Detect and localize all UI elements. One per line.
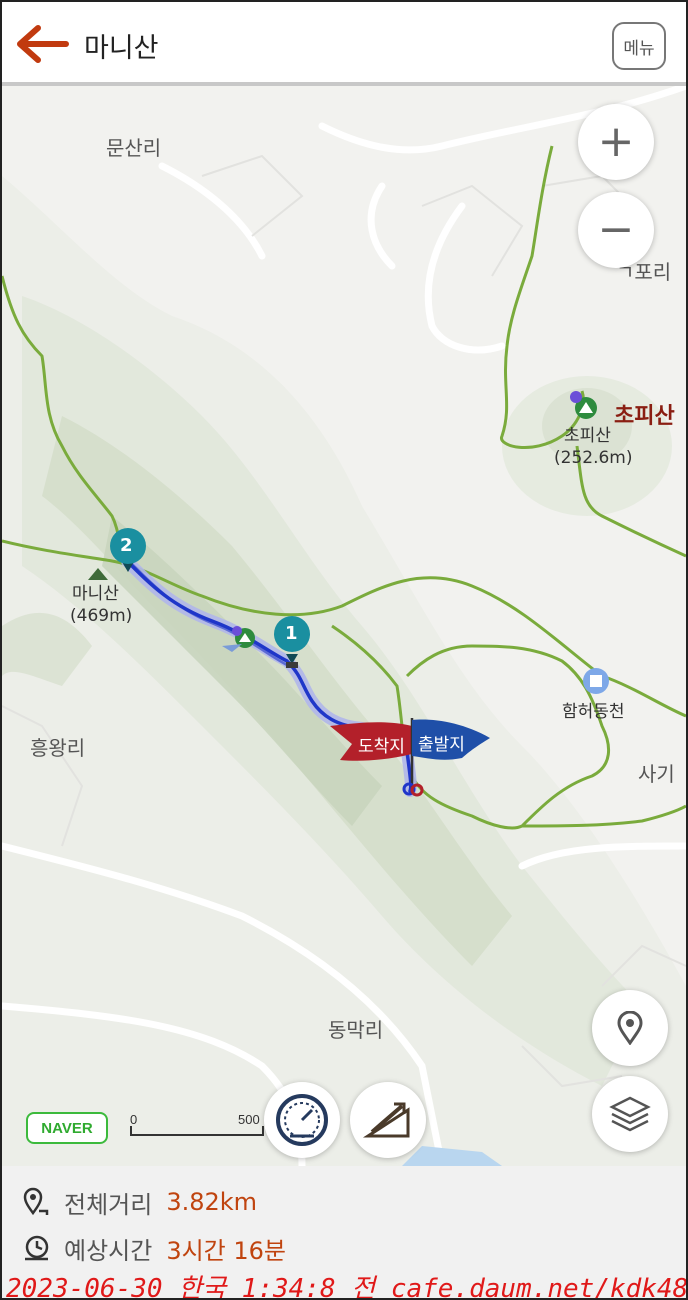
watermark-text: 2023-06-30 한국 1:34:8 전 cafe.daum.net/kdk… [6, 1274, 688, 1300]
scale-end: 500 [238, 1112, 260, 1127]
elevation-button[interactable] [350, 1082, 426, 1158]
zoom-in-button[interactable]: + [578, 104, 654, 180]
mountain-name-manisan: 마니산 [72, 584, 119, 604]
scale-bar: 0 500 [130, 1112, 264, 1138]
place-label-hamheodongcheon: 함허동천 [562, 702, 625, 722]
mountain-name-chopisan: 초피산 [564, 426, 611, 446]
place-label-dongmakri: 동막리 [328, 1018, 384, 1042]
mountain-elevation-manisan: (469m) [70, 606, 133, 626]
layers-icon [609, 1096, 651, 1132]
naver-logo: NAVER [26, 1112, 108, 1144]
page-title: 마니산 [84, 33, 159, 64]
waypoint-2-label: 2 [120, 535, 133, 556]
distance-pin-icon [23, 1187, 49, 1216]
menu-button[interactable]: 메뉴 [612, 22, 666, 70]
map-view[interactable]: 문산리 ㄱ포리 흥왕리 동막리 사기 함허동천 마니산 (469m) 초피산 (… [2, 86, 686, 1166]
app-frame: 마니산 메뉴 문산리 ㄱ포리 흥왕리 동막리 사기 함허동천 마니산 (469m… [0, 0, 688, 1300]
layers-button[interactable] [592, 1076, 668, 1152]
speedometer-icon [276, 1094, 328, 1146]
distance-label: 전체거리 [64, 1190, 153, 1219]
scale-start: 0 [130, 1112, 138, 1127]
distance-value: 3.82km [166, 1188, 258, 1216]
back-button[interactable] [16, 24, 70, 64]
elevation-slope-icon [362, 1102, 410, 1138]
place-label-munsanri: 문산리 [106, 136, 162, 160]
my-location-button[interactable] [592, 990, 668, 1066]
distance-row: 전체거리 3.82km [22, 1184, 257, 1220]
mountain-title-chopisan: 초피산 [614, 404, 675, 429]
place-label-heungwangri: 흥왕리 [30, 736, 86, 760]
top-bar: 마니산 메뉴 [2, 2, 686, 86]
mountain-elevation-chopisan: (252.6m) [554, 448, 633, 468]
back-arrow-icon [17, 25, 69, 63]
speed-button[interactable] [264, 1082, 340, 1158]
minus-icon: − [597, 204, 635, 255]
time-label: 예상시간 [64, 1236, 153, 1265]
arrival-flag-label: 도착지 [358, 737, 405, 757]
time-value: 3시간 16분 [166, 1236, 287, 1265]
time-row: 예상시간 3시간 16분 [22, 1230, 286, 1266]
plus-icon: + [597, 116, 635, 167]
departure-flag-label: 출발지 [418, 735, 465, 755]
waypoint-1-label: 1 [285, 623, 298, 644]
clock-icon [25, 1235, 49, 1261]
place-label-sagi: 사기 [638, 762, 675, 786]
location-pin-icon [617, 1011, 643, 1045]
zoom-out-button[interactable]: − [578, 192, 654, 268]
temple-icon [583, 668, 609, 694]
